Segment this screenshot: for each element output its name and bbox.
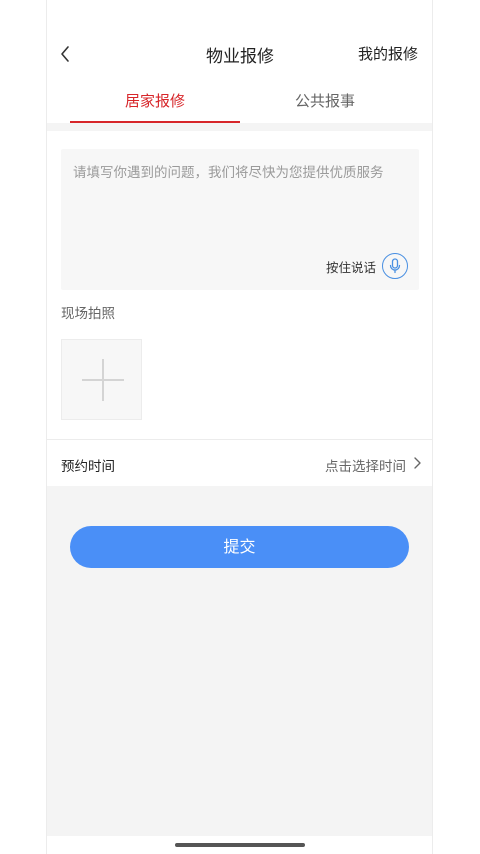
photo-section-label: 现场拍照: [61, 306, 115, 322]
nav-header: 物业报修 我的报修: [0, 30, 480, 78]
repair-screen: 物业报修 我的报修 居家报修 公共报事 按住说话 现场拍照: [0, 0, 480, 854]
home-indicator: [175, 843, 305, 847]
voice-label: 按住说话: [325, 259, 376, 275]
microphone-icon: [382, 253, 408, 279]
submit-button[interactable]: 提交: [70, 526, 409, 568]
my-repairs-link[interactable]: 我的报修: [358, 43, 418, 64]
appointment-value: 点击选择时间: [325, 459, 406, 475]
tab-home-repair[interactable]: 居家报修: [70, 82, 240, 123]
description-input[interactable]: [73, 161, 407, 251]
section-separator: [47, 123, 432, 131]
voice-input-button[interactable]: 按住说话: [326, 253, 408, 279]
plus-icon: [82, 359, 124, 401]
frame-edge-right: [432, 0, 433, 854]
appointment-time-row[interactable]: 预约时间 点击选择时间: [47, 440, 432, 486]
add-photo-button[interactable]: [61, 339, 142, 420]
description-box: 按住说话: [61, 149, 419, 290]
chevron-right-icon: [414, 457, 421, 469]
tab-public-report[interactable]: 公共报事: [240, 82, 410, 122]
tab-bar: 居家报修 公共报事: [70, 82, 410, 123]
appointment-label: 预约时间: [61, 459, 115, 475]
